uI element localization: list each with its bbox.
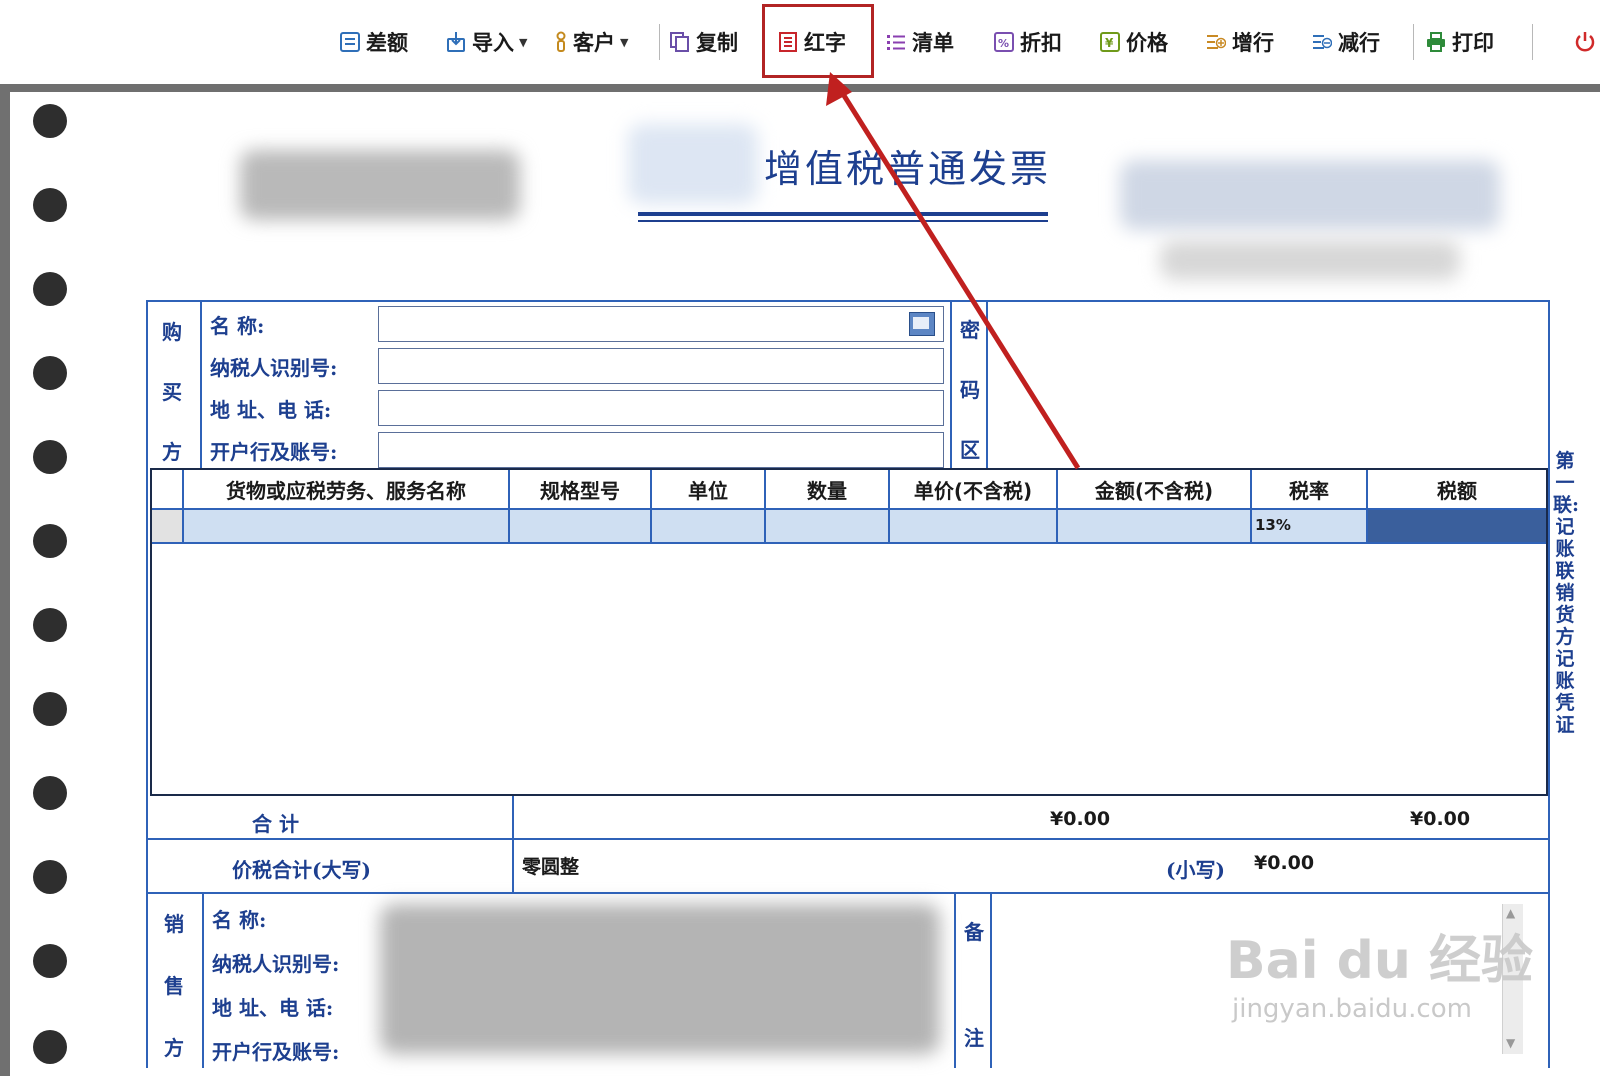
annotation-arrow — [826, 72, 1081, 470]
